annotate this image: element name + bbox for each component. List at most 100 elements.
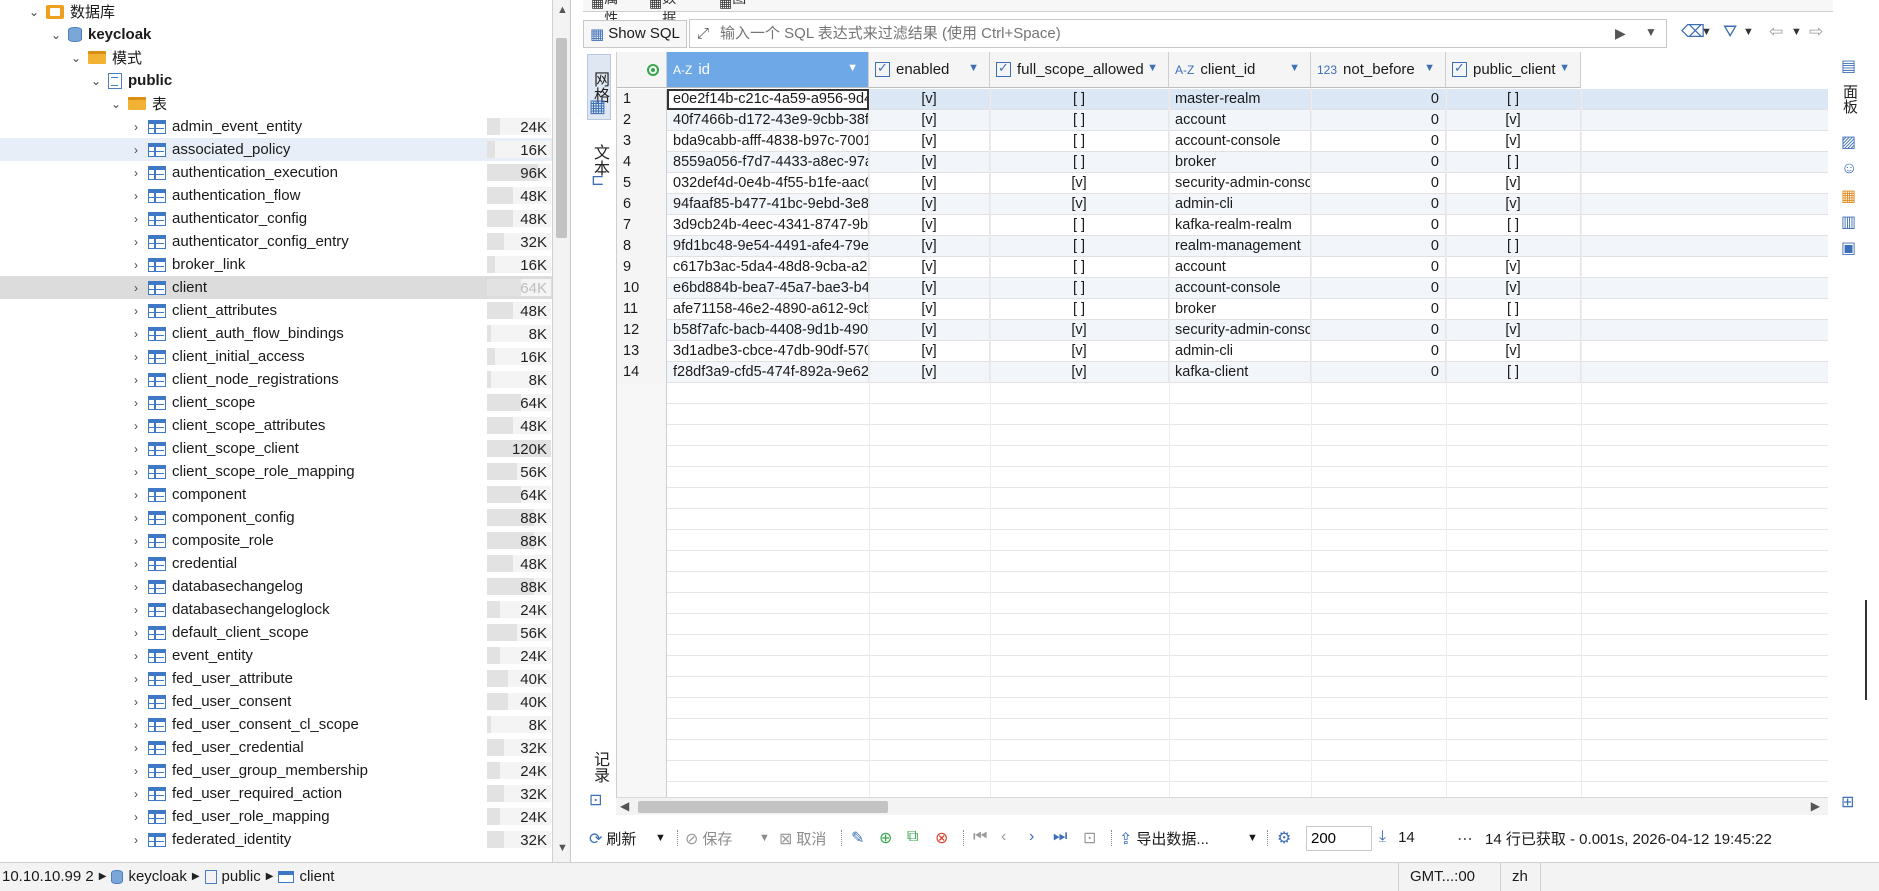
column-menu-icon[interactable]: ▼: [847, 62, 858, 74]
scrollbar-thumb[interactable]: [638, 801, 888, 813]
filter-input[interactable]: [689, 19, 1667, 48]
grid-cell-id[interactable]: afe71158-46e2-4890-a612-9cb2659d42e4: [667, 299, 869, 320]
grid-cell-full-scope-allowed[interactable]: [ ]: [990, 299, 1169, 320]
grid-cell-full-scope-allowed[interactable]: [ ]: [990, 110, 1169, 131]
chevron-down-icon[interactable]: ⌄: [70, 51, 82, 65]
table-node-fed-user-consent[interactable]: › fed_user_consent 40K: [0, 690, 552, 713]
chevron-right-icon[interactable]: ›: [130, 120, 142, 134]
grid-cell-client-id[interactable]: kafka-realm-realm: [1169, 215, 1311, 236]
chevron-right-icon[interactable]: ›: [130, 511, 142, 525]
table-node-component[interactable]: › component 64K: [0, 483, 552, 506]
export-data-button[interactable]: ⇪ 导出数据...: [1119, 828, 1209, 849]
filter-icon[interactable]: ⛛: [1723, 22, 1737, 42]
row-number-header[interactable]: [617, 52, 667, 88]
grid-cell-public-client[interactable]: [v]: [1446, 278, 1581, 299]
table-row[interactable]: 89fd1bc48-9e54-4491-afe4-79e2c21e50e6[v]…: [617, 236, 1828, 257]
table-node-authenticator-config-entry[interactable]: › authenticator_config_entry 32K: [0, 230, 552, 253]
grid-cell-full-scope-allowed[interactable]: [ ]: [990, 89, 1169, 110]
grid-cell-client-id[interactable]: security-admin-console: [1169, 173, 1311, 194]
chevron-right-icon[interactable]: ›: [130, 442, 142, 456]
breadcrumb-host[interactable]: 10.10.10.99 2: [2, 868, 94, 885]
grid-cell-enabled[interactable]: [v]: [869, 89, 990, 110]
table-node-client-node-registrations[interactable]: › client_node_registrations 8K: [0, 368, 552, 391]
row-number[interactable]: 14: [617, 362, 667, 383]
grid-cell-public-client[interactable]: [ ]: [1446, 299, 1581, 320]
timezone-indicator[interactable]: GMT...:00: [1410, 868, 1475, 885]
grid-cell-not-before[interactable]: 0: [1311, 320, 1446, 341]
table-row[interactable]: 12b58f7afc-bacb-4408-9d1b-4903dcb9e118[v…: [617, 320, 1828, 341]
table-node-authentication-flow[interactable]: › authentication_flow 48K: [0, 184, 552, 207]
select-all-icon[interactable]: [647, 64, 659, 76]
layout-icon[interactable]: ▣: [1841, 238, 1856, 258]
scroll-right-icon[interactable]: ▶: [1811, 799, 1820, 813]
grid-cell-id[interactable]: 94faaf85-b477-41bc-9ebd-3e8e12582d0c: [667, 194, 869, 215]
grid-cell-id[interactable]: 3d9cb24b-4eec-4341-8747-9b4353900cf3: [667, 215, 869, 236]
cancel-button[interactable]: ⊠ 取消: [779, 828, 826, 849]
table-node-broker-link[interactable]: › broker_link 16K: [0, 253, 552, 276]
table-row[interactable]: 694faaf85-b477-41bc-9ebd-3e8e12582d0c[v]…: [617, 194, 1828, 215]
grid-cell-full-scope-allowed[interactable]: [ ]: [990, 215, 1169, 236]
chevron-right-icon[interactable]: ›: [130, 718, 142, 732]
delete-row-button[interactable]: ⊗: [935, 828, 948, 848]
grid-cell-not-before[interactable]: 0: [1311, 89, 1446, 110]
table-node-client-initial-access[interactable]: › client_initial_access 16K: [0, 345, 552, 368]
table-row[interactable]: 73d9cb24b-4eec-4341-8747-9b4353900cf3[v]…: [617, 215, 1828, 236]
chevron-down-icon[interactable]: ▼: [1791, 26, 1802, 38]
grid-cell-full-scope-allowed[interactable]: [v]: [990, 194, 1169, 215]
grid-cell-enabled[interactable]: [v]: [869, 236, 990, 257]
table-row[interactable]: 9c617b3ac-5da4-48d8-9cba-a2d9a6564f44[v]…: [617, 257, 1828, 278]
grid-cell-client-id[interactable]: account: [1169, 257, 1311, 278]
grid-cell-public-client[interactable]: [v]: [1446, 194, 1581, 215]
grid-cell-id[interactable]: bda9cabb-afff-4838-b97c-70013ce7132d: [667, 131, 869, 152]
table-row[interactable]: 240f7466b-d172-43e9-9cbb-38ffcda1ac3e [v]…: [617, 110, 1828, 131]
prev-page-button[interactable]: ‹: [1001, 828, 1006, 846]
grid-cell-client-id[interactable]: master-realm: [1169, 89, 1311, 110]
table-node-client-attributes[interactable]: › client_attributes 48K: [0, 299, 552, 322]
row-number[interactable]: 2: [617, 110, 667, 131]
table-node-fed-user-credential[interactable]: › fed_user_credential 32K: [0, 736, 552, 759]
grid-cell-client-id[interactable]: security-admin-console: [1169, 320, 1311, 341]
table-node-client-auth-flow-bindings[interactable]: › client_auth_flow_bindings 8K: [0, 322, 552, 345]
chevron-right-icon[interactable]: ›: [130, 741, 142, 755]
chevron-right-icon[interactable]: ›: [130, 626, 142, 640]
chevron-right-icon[interactable]: ›: [130, 649, 142, 663]
grid-cell-enabled[interactable]: [v]: [869, 299, 990, 320]
table-row[interactable]: 14f28df3a9-cfd5-474f-892a-9e623c8b6191[v…: [617, 362, 1828, 383]
fetch-all-button[interactable]: ⊡: [1083, 828, 1096, 848]
row-number[interactable]: 11: [617, 299, 667, 320]
table-node-federated-identity[interactable]: › federated_identity 32K: [0, 828, 552, 851]
chevron-right-icon[interactable]: ›: [130, 396, 142, 410]
chevron-right-icon[interactable]: ›: [130, 189, 142, 203]
column-menu-icon[interactable]: ▼: [968, 62, 979, 74]
navigator-scrollbar[interactable]: ▲ ▼: [553, 0, 571, 862]
grid-cell-public-client[interactable]: [ ]: [1446, 152, 1581, 173]
column-menu-icon[interactable]: ▼: [1147, 62, 1158, 74]
grid-cell-enabled[interactable]: [v]: [869, 362, 990, 383]
grid-cell-public-client[interactable]: [v]: [1446, 341, 1581, 362]
grid-cell-public-client[interactable]: [ ]: [1446, 215, 1581, 236]
last-page-button[interactable]: ⏭: [1053, 828, 1067, 846]
grid-cell-full-scope-allowed[interactable]: [v]: [990, 362, 1169, 383]
row-number[interactable]: 4: [617, 152, 667, 173]
table-node-authenticator-config[interactable]: › authenticator_config 48K: [0, 207, 552, 230]
grid-cell-enabled[interactable]: [v]: [869, 341, 990, 362]
tab-record-view[interactable]: 记录: [587, 742, 611, 792]
grid-cell-id[interactable]: 40f7466b-d172-43e9-9cbb-38ffcda1ac3e: [667, 110, 869, 131]
grid-cell-public-client[interactable]: [v]: [1446, 320, 1581, 341]
grid-cell-not-before[interactable]: 0: [1311, 194, 1446, 215]
grid-cell-id[interactable]: e0e2f14b-c21c-4a59-a956-9d473d4ca01e: [667, 89, 869, 110]
grid-cell-id[interactable]: e6bd884b-bea7-45a7-bae3-b4c1b063b803: [667, 278, 869, 299]
scrollbar-thumb[interactable]: [556, 38, 567, 238]
grid-cell-full-scope-allowed[interactable]: [ ]: [990, 236, 1169, 257]
grid-cell-full-scope-allowed[interactable]: [ ]: [990, 257, 1169, 278]
grid-cell-public-client[interactable]: [v]: [1446, 110, 1581, 131]
grid-cell-client-id[interactable]: admin-cli: [1169, 341, 1311, 362]
grid-cell-client-id[interactable]: account: [1169, 110, 1311, 131]
grid-cell-client-id[interactable]: admin-cli: [1169, 194, 1311, 215]
table-node-fed-user-consent-cl-scope[interactable]: › fed_user_consent_cl_scope 8K: [0, 713, 552, 736]
grid-cell-public-client[interactable]: [v]: [1446, 173, 1581, 194]
table-row[interactable]: 5032def4d-0e4b-4f55-b1fe-aac05cd8ab4d[v]…: [617, 173, 1828, 194]
chevron-right-icon[interactable]: ›: [130, 166, 142, 180]
grid-cell-id[interactable]: b58f7afc-bacb-4408-9d1b-4903dcb9e118: [667, 320, 869, 341]
table-row[interactable]: 48559a056-f7d7-4433-a8ec-97a780c78545[v]…: [617, 152, 1828, 173]
